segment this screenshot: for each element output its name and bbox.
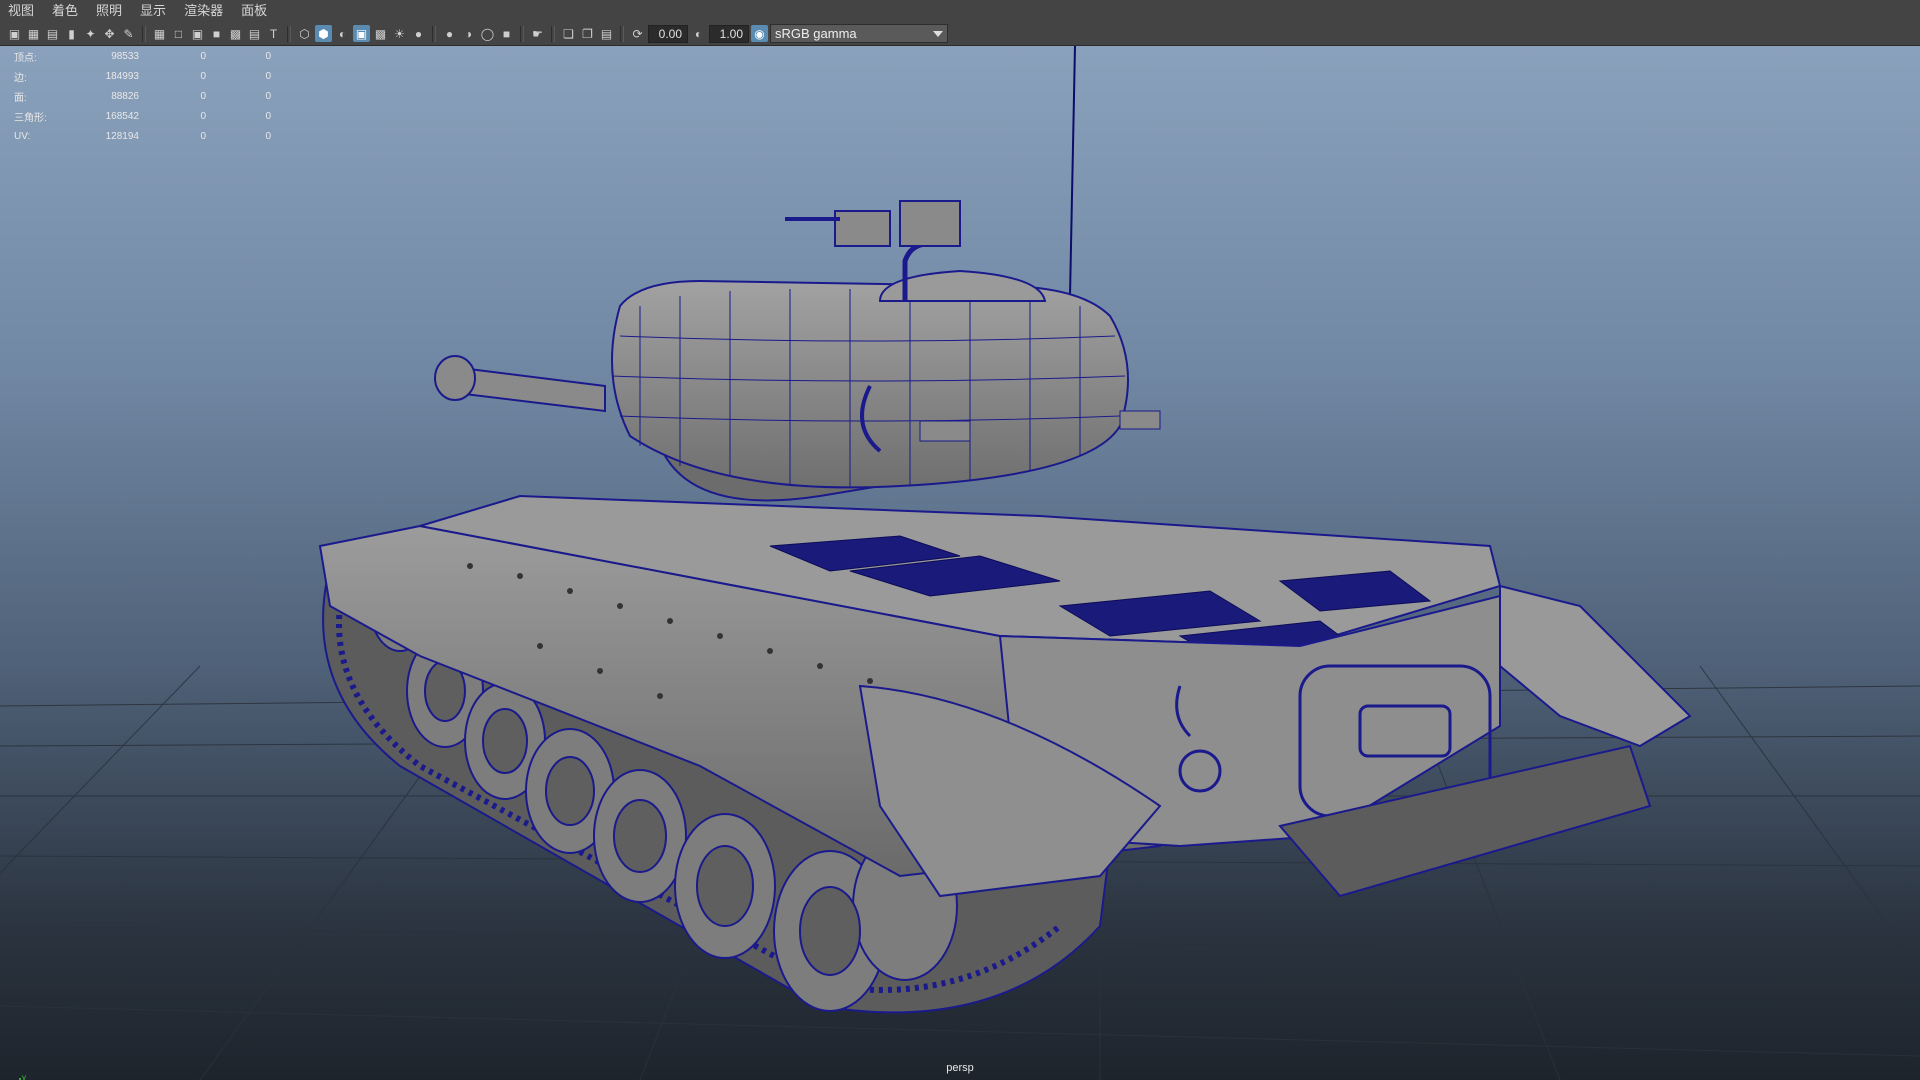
pencil-icon[interactable]: ✎	[120, 25, 137, 42]
hud-value: 168542	[105, 110, 139, 122]
hud-value: 0	[200, 70, 206, 82]
3d-viewport[interactable]: 顶点: 98533 0 0 边: 184993 0 0 面: 88826 0 0…	[0, 46, 1920, 1080]
toolbar-separator	[551, 25, 555, 42]
xray-joints-icon[interactable]: ❏	[560, 25, 577, 42]
grid-icon[interactable]: ▦	[151, 25, 168, 42]
viewport-menu-bar: 视图 着色 照明 显示 渲染器 面板	[0, 0, 1920, 23]
film-gate-icon[interactable]: □	[170, 25, 187, 42]
shadows-icon[interactable]: ●	[410, 25, 427, 42]
field-chart-icon[interactable]: ▩	[227, 25, 244, 42]
gamma-icon[interactable]: ◐	[690, 25, 707, 42]
hud-value: 0	[265, 130, 271, 142]
menu-show[interactable]: 显示	[132, 0, 176, 22]
hud-row-faces: 面: 88826 0 0	[14, 86, 271, 106]
safe-action-icon[interactable]: ▤	[246, 25, 263, 42]
depth-of-field-icon[interactable]: ■	[498, 25, 515, 42]
turret	[434, 200, 1161, 502]
hud-value: 0	[200, 110, 206, 122]
camera-attr-icon[interactable]: ▦	[25, 25, 42, 42]
camera-icon[interactable]: ▣	[6, 25, 23, 42]
color-management-icon[interactable]: ◉	[751, 25, 768, 42]
color-space-dropdown[interactable]: sRGB gamma	[770, 24, 948, 43]
hud-value: 0	[265, 90, 271, 102]
right-fender	[1499, 584, 1692, 748]
color-space-value: sRGB gamma	[775, 26, 857, 41]
gamma-field[interactable]: 1.00	[709, 24, 749, 43]
menu-panels[interactable]: 面板	[233, 0, 277, 22]
hud-label: 面:	[14, 92, 27, 104]
hud-row-triangles: 三角形: 168542 0 0	[14, 106, 271, 126]
hud-value: 128194	[105, 130, 139, 142]
image-plane-icon[interactable]: ✦	[82, 25, 99, 42]
backface-icon[interactable]: ▤	[598, 25, 615, 42]
poly-count-hud: 顶点: 98533 0 0 边: 184993 0 0 面: 88826 0 0…	[14, 46, 271, 146]
hud-value: 88826	[111, 90, 139, 102]
isolate-icon[interactable]: ☛	[529, 25, 546, 42]
hud-value: 184993	[105, 70, 139, 82]
axis-y-label: y	[22, 1073, 26, 1080]
toolbar-separator	[287, 25, 291, 42]
motion-blur-icon[interactable]: ◑	[460, 25, 477, 42]
camera-move-icon[interactable]: ✥	[101, 25, 118, 42]
hud-row-edges: 边: 184993 0 0	[14, 66, 271, 86]
exposure-icon[interactable]: ⟳	[629, 25, 646, 42]
hud-label: UV:	[14, 130, 31, 142]
safe-title-icon[interactable]: T	[265, 25, 282, 42]
xray-icon[interactable]: ▩	[372, 25, 389, 42]
wireframe-on-shaded-icon[interactable]: ▣	[353, 25, 370, 42]
hud-value: 98533	[111, 50, 139, 62]
bookmark-icon[interactable]: ▮	[63, 25, 80, 42]
toolbar-separator	[432, 25, 436, 42]
smooth-shade-icon[interactable]: ⬢	[315, 25, 332, 42]
resolution-gate-icon[interactable]: ▣	[189, 25, 206, 42]
viewport-scene	[0, 46, 1920, 1080]
menu-lighting[interactable]: 照明	[88, 0, 132, 22]
menu-renderer[interactable]: 渲染器	[176, 0, 233, 22]
camera-bookmark-icon[interactable]: ▤	[44, 25, 61, 42]
hud-value: 0	[265, 50, 271, 62]
menu-view[interactable]: 视图	[0, 0, 44, 22]
camera-name-label: persp	[946, 1062, 974, 1074]
hud-value: 0	[200, 90, 206, 102]
hud-value: 0	[265, 110, 271, 122]
hud-label: 顶点:	[14, 52, 37, 64]
hud-row-vertices: 顶点: 98533 0 0	[14, 46, 271, 66]
ambient-occlusion-icon[interactable]: ●	[441, 25, 458, 42]
chevron-down-icon	[933, 31, 943, 37]
wireframe-icon[interactable]: ⬡	[296, 25, 313, 42]
hud-value: 0	[200, 50, 206, 62]
exposure-field[interactable]: 0.00	[648, 24, 688, 43]
shade-default-icon[interactable]: ◐	[334, 25, 351, 42]
hud-row-uvs: UV: 128194 0 0	[14, 126, 271, 146]
hud-label: 三角形:	[14, 112, 47, 124]
antenna	[1069, 46, 1076, 297]
antialias-icon[interactable]: ◯	[479, 25, 496, 42]
toolbar-separator	[520, 25, 524, 42]
gate-mask-icon[interactable]: ■	[208, 25, 225, 42]
hud-value: 0	[200, 130, 206, 142]
lights-icon[interactable]: ☀	[391, 25, 408, 42]
hud-value: 0	[265, 70, 271, 82]
toolbar-separator	[620, 25, 624, 42]
xray-active-icon[interactable]: ❐	[579, 25, 596, 42]
viewport-toolbar: ▣ ▦ ▤ ▮ ✦ ✥ ✎ ▦ □ ▣ ■ ▩ ▤ T ⬡ ⬢ ◐ ▣ ▩ ☀ …	[0, 22, 1920, 46]
hud-label: 边:	[14, 72, 27, 84]
menu-shading[interactable]: 着色	[44, 0, 88, 22]
toolbar-separator	[142, 25, 146, 42]
